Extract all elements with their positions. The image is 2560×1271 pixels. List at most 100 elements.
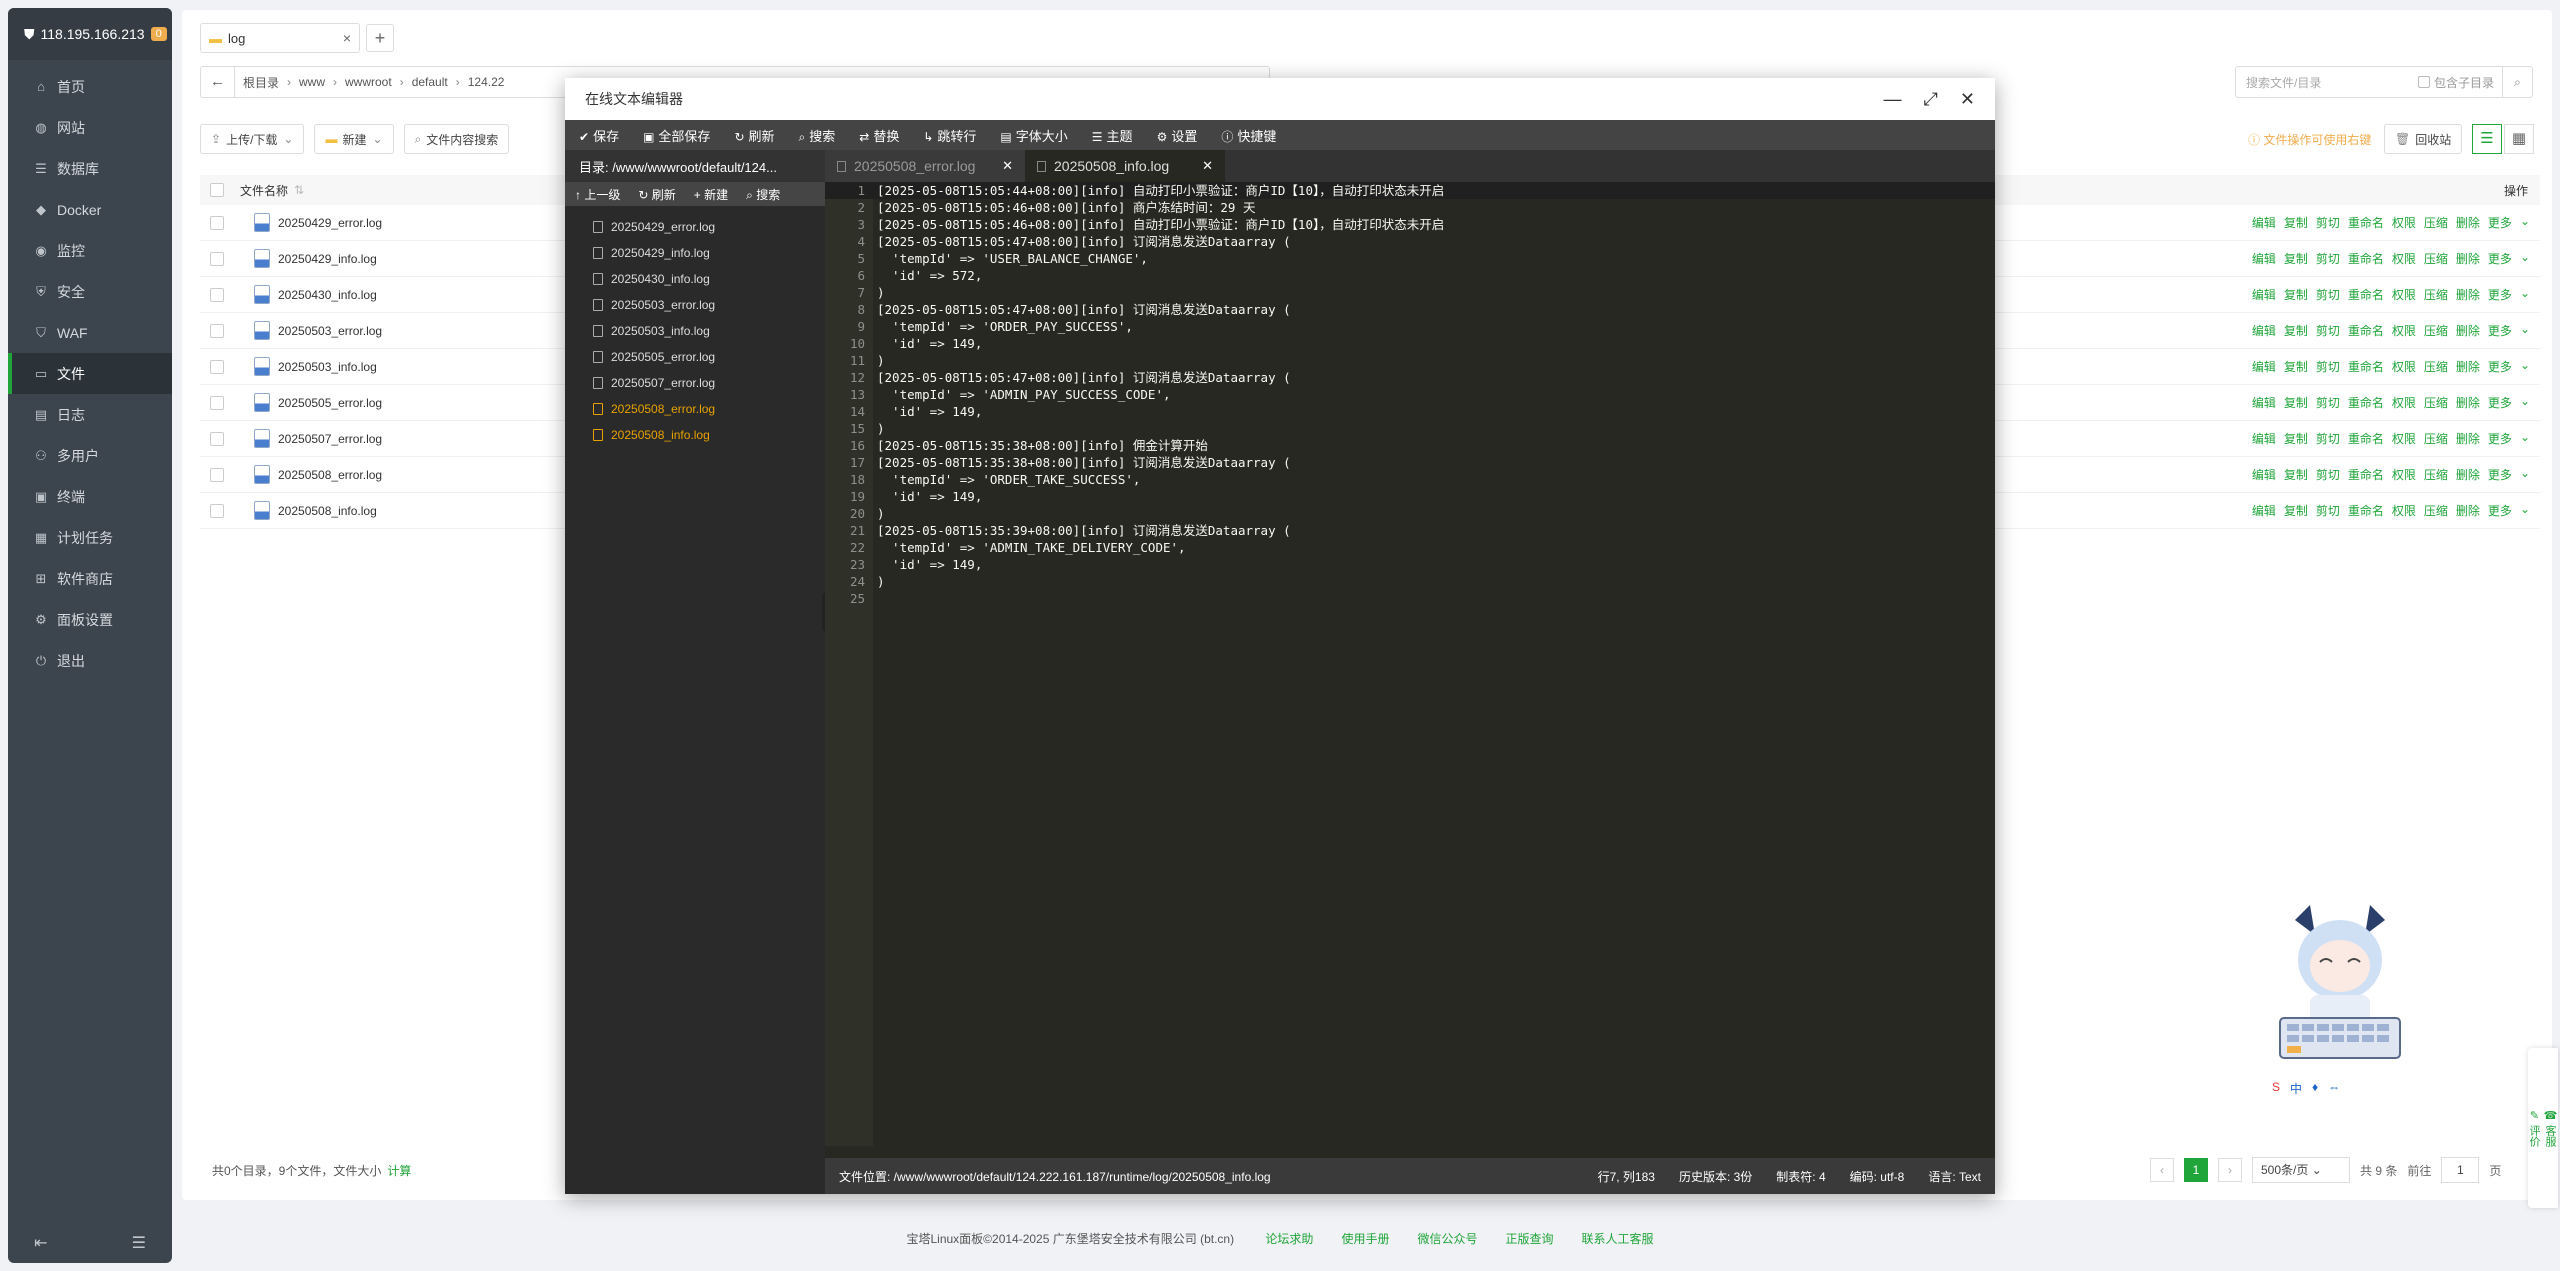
- review-button[interactable]: ✎ 评价: [2526, 1109, 2542, 1147]
- action-2[interactable]: 剪切: [2316, 466, 2340, 483]
- editor-tool-6[interactable]: ▤ 字体大小: [1000, 126, 1067, 145]
- action-0[interactable]: 编辑: [2252, 214, 2276, 231]
- action-7[interactable]: 更多: [2488, 286, 2512, 303]
- editor-tool-5[interactable]: ↳ 跳转行: [923, 126, 976, 145]
- prev-page-button[interactable]: ‹: [2150, 1158, 2174, 1182]
- row-checkbox[interactable]: [210, 503, 224, 518]
- row-checkbox[interactable]: [210, 395, 224, 410]
- action-4[interactable]: 权限: [2392, 394, 2416, 411]
- editor-tool-2[interactable]: ↻ 刷新: [734, 126, 774, 145]
- next-page-button[interactable]: ›: [2218, 1158, 2242, 1182]
- tree-tool-0[interactable]: ↑ 上一级: [575, 186, 620, 203]
- action-5[interactable]: 压缩: [2424, 394, 2448, 411]
- row-checkbox[interactable]: [210, 467, 224, 482]
- tree-tool-1[interactable]: ↻ 刷新: [638, 186, 675, 203]
- upload-download-button[interactable]: ⇪ 上传/下载 ⌄: [200, 124, 305, 154]
- action-7[interactable]: 更多: [2488, 322, 2512, 339]
- row-checkbox[interactable]: [210, 431, 224, 446]
- action-0[interactable]: 编辑: [2252, 322, 2276, 339]
- nav-item-docker[interactable]: ◆ Docker: [8, 189, 172, 230]
- nav-item-waf[interactable]: ⛉ WAF: [8, 312, 172, 353]
- action-1[interactable]: 复制: [2284, 358, 2308, 375]
- footer-link[interactable]: 正版查询: [1505, 1232, 1553, 1246]
- tree-tool-3[interactable]: ⌕ 搜索: [746, 186, 780, 203]
- header-filename[interactable]: 文件名称: [240, 182, 288, 199]
- action-1[interactable]: 复制: [2284, 250, 2308, 267]
- editor-tool-3[interactable]: ⌕ 搜索: [799, 126, 836, 145]
- action-0[interactable]: 编辑: [2252, 466, 2276, 483]
- file-tab[interactable]: ▬ log ×: [200, 23, 360, 53]
- include-subdir-checkbox[interactable]: [2417, 76, 2430, 88]
- action-1[interactable]: 复制: [2284, 430, 2308, 447]
- nav-item-globe[interactable]: ◍ 网站: [8, 107, 172, 148]
- file-name[interactable]: 20250507_error.log: [278, 432, 382, 446]
- editor-tab[interactable]: 20250508_info.log ✕: [1025, 150, 1225, 182]
- action-0[interactable]: 编辑: [2252, 250, 2276, 267]
- action-6[interactable]: 删除: [2456, 502, 2480, 519]
- action-3[interactable]: 重命名: [2348, 502, 2384, 519]
- code-area[interactable]: 1 [2025-05-08T15:05:44+08:00][info] 自动打印小…: [825, 182, 1995, 1146]
- file-name[interactable]: 20250430_info.log: [278, 288, 377, 302]
- action-2[interactable]: 剪切: [2316, 358, 2340, 375]
- chinese-icon[interactable]: 中: [2290, 1080, 2302, 1097]
- action-7[interactable]: 更多: [2488, 214, 2512, 231]
- action-0[interactable]: 编辑: [2252, 502, 2276, 519]
- service-button[interactable]: ☎ 客服: [2542, 1109, 2558, 1147]
- shirt-icon[interactable]: ♦: [2312, 1080, 2318, 1097]
- row-checkbox[interactable]: [210, 215, 224, 230]
- row-checkbox[interactable]: [210, 359, 224, 374]
- select-all-checkbox[interactable]: [210, 183, 224, 197]
- breadcrumb-item[interactable]: 根目录: [235, 74, 287, 91]
- tree-file[interactable]: 20250508_info.log: [565, 422, 825, 448]
- recycle-bin-button[interactable]: 🗑 回收站: [2384, 124, 2463, 154]
- action-5[interactable]: 压缩: [2424, 502, 2448, 519]
- breadcrumb-item[interactable]: 124.22: [460, 75, 513, 89]
- nav-item-home[interactable]: ⌂ 首页: [8, 66, 172, 107]
- action-2[interactable]: 剪切: [2316, 286, 2340, 303]
- action-3[interactable]: 重命名: [2348, 322, 2384, 339]
- status-tab-size[interactable]: 制表符: 4: [1776, 1168, 1825, 1185]
- action-4[interactable]: 权限: [2392, 250, 2416, 267]
- editor-tab[interactable]: 20250508_error.log ✕: [825, 150, 1025, 182]
- s-icon[interactable]: S: [2272, 1080, 2280, 1097]
- action-1[interactable]: 复制: [2284, 286, 2308, 303]
- tree-file[interactable]: 20250429_info.log: [565, 240, 825, 266]
- nav-item-database[interactable]: ☰ 数据库: [8, 148, 172, 189]
- action-2[interactable]: 剪切: [2316, 430, 2340, 447]
- close-tab-icon[interactable]: ✕: [1002, 158, 1013, 174]
- sort-icon[interactable]: ⇅: [294, 183, 304, 197]
- footer-link[interactable]: 联系人工客服: [1581, 1232, 1653, 1246]
- row-checkbox[interactable]: [210, 287, 224, 302]
- action-0[interactable]: 编辑: [2252, 358, 2276, 375]
- action-6[interactable]: 删除: [2456, 322, 2480, 339]
- row-checkbox[interactable]: [210, 323, 224, 338]
- footer-link[interactable]: 使用手册: [1341, 1232, 1389, 1246]
- action-0[interactable]: 编辑: [2252, 430, 2276, 447]
- minimize-icon[interactable]: —: [1884, 89, 1902, 110]
- editor-tool-8[interactable]: ⚙ 设置: [1157, 126, 1198, 145]
- action-2[interactable]: 剪切: [2316, 502, 2340, 519]
- content-search-button[interactable]: ⌕ 文件内容搜索: [403, 124, 510, 154]
- action-3[interactable]: 重命名: [2348, 358, 2384, 375]
- status-language[interactable]: 语言: Text: [1928, 1168, 1981, 1185]
- status-encoding[interactable]: 编码: utf-8: [1850, 1168, 1905, 1185]
- search-icon[interactable]: ⌕: [2502, 67, 2532, 97]
- action-3[interactable]: 重命名: [2348, 394, 2384, 411]
- action-1[interactable]: 复制: [2284, 466, 2308, 483]
- action-2[interactable]: 剪切: [2316, 394, 2340, 411]
- status-history[interactable]: 历史版本: 3份: [1679, 1168, 1752, 1185]
- add-tab-button[interactable]: +: [366, 24, 394, 52]
- action-6[interactable]: 删除: [2456, 214, 2480, 231]
- nav-item-calendar[interactable]: ▦ 计划任务: [8, 517, 172, 558]
- tree-file[interactable]: 20250507_error.log: [565, 370, 825, 396]
- action-4[interactable]: 权限: [2392, 502, 2416, 519]
- action-0[interactable]: 编辑: [2252, 394, 2276, 411]
- breadcrumb-item[interactable]: wwwroot: [337, 75, 400, 89]
- nav-item-gear[interactable]: ⚙ 面板设置: [8, 599, 172, 640]
- close-icon[interactable]: ✕: [1960, 89, 1975, 110]
- per-page-select[interactable]: 500条/页 ⌄: [2252, 1157, 2350, 1183]
- tree-file[interactable]: 20250503_error.log: [565, 292, 825, 318]
- action-6[interactable]: 删除: [2456, 286, 2480, 303]
- action-7[interactable]: 更多: [2488, 502, 2512, 519]
- editor-tool-0[interactable]: ✔ 保存: [579, 126, 619, 145]
